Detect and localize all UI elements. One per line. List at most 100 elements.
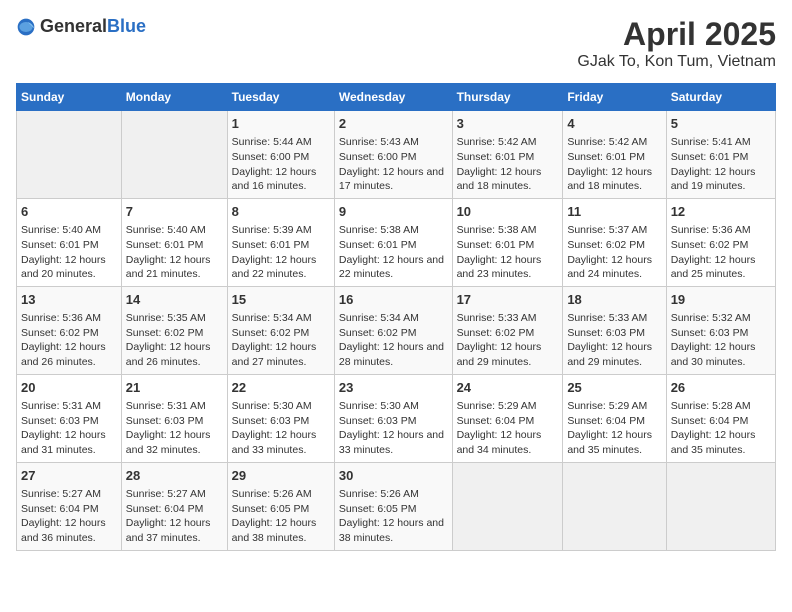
day-number: 24 — [457, 379, 559, 397]
sunrise-text: Sunrise: 5:42 AM — [567, 135, 661, 150]
sunset-text: Sunset: 6:03 PM — [21, 414, 117, 429]
header-wednesday: Wednesday — [334, 84, 452, 111]
day-number: 17 — [457, 291, 559, 309]
header-monday: Monday — [121, 84, 227, 111]
day-number: 26 — [671, 379, 771, 397]
table-row: 11Sunrise: 5:37 AMSunset: 6:02 PMDayligh… — [563, 198, 666, 286]
sunset-text: Sunset: 6:03 PM — [567, 326, 661, 341]
calendar-week-5: 27Sunrise: 5:27 AMSunset: 6:04 PMDayligh… — [17, 462, 776, 550]
sunset-text: Sunset: 6:02 PM — [21, 326, 117, 341]
sunrise-text: Sunrise: 5:26 AM — [232, 487, 330, 502]
table-row: 27Sunrise: 5:27 AMSunset: 6:04 PMDayligh… — [17, 462, 122, 550]
daylight-text: Daylight: 12 hours and 16 minutes. — [232, 165, 330, 194]
table-row: 2Sunrise: 5:43 AMSunset: 6:00 PMDaylight… — [334, 111, 452, 199]
table-row: 10 Sunrise: 5:38 AMSunset: 6:01 PMDayligh… — [452, 198, 563, 286]
day-number: 23 — [339, 379, 448, 397]
day-number: 28 — [126, 467, 223, 485]
sunrise-text: Sunrise: 5:32 AM — [671, 311, 771, 326]
calendar-week-4: 20Sunrise: 5:31 AMSunset: 6:03 PMDayligh… — [17, 374, 776, 462]
table-row: 14Sunrise: 5:35 AMSunset: 6:02 PMDayligh… — [121, 286, 227, 374]
daylight-text: Daylight: 12 hours and 18 minutes. — [567, 165, 661, 194]
day-number: 20 — [21, 379, 117, 397]
table-row: 1Sunrise: 5:44 AMSunset: 6:00 PMDaylight… — [227, 111, 334, 199]
sunrise-text: Sunrise: 5:40 AM — [126, 223, 223, 238]
logo: GeneralBlue — [16, 16, 146, 37]
table-row: 20 Sunrise: 5:31 AMSunset: 6:03 PMDayligh… — [17, 374, 122, 462]
sunset-text: Sunset: 6:03 PM — [232, 414, 330, 429]
sunrise-text: Sunrise: 5:29 AM — [457, 399, 559, 414]
table-row: 4Sunrise: 5:42 AMSunset: 6:01 PMDaylight… — [563, 111, 666, 199]
daylight-text: Daylight: 12 hours and 29 minutes. — [457, 340, 559, 369]
daylight-text: Daylight: 12 hours and 38 minutes. — [339, 516, 448, 545]
sunrise-text: Sunrise: 5:27 AM — [21, 487, 117, 502]
sunset-text: Sunset: 6:04 PM — [126, 502, 223, 517]
sunset-text: Sunset: 6:04 PM — [21, 502, 117, 517]
sunrise-text: Sunrise: 5:30 AM — [232, 399, 330, 414]
calendar-week-3: 13Sunrise: 5:36 AMSunset: 6:02 PMDayligh… — [17, 286, 776, 374]
day-number: 21 — [126, 379, 223, 397]
calendar-header-row: Sunday Monday Tuesday Wednesday Thursday… — [17, 84, 776, 111]
day-number: 10 — [457, 203, 559, 221]
logo-blue: Blue — [107, 16, 146, 36]
table-row: 16Sunrise: 5:34 AMSunset: 6:02 PMDayligh… — [334, 286, 452, 374]
table-row: 17Sunrise: 5:33 AMSunset: 6:02 PMDayligh… — [452, 286, 563, 374]
table-row: 30Sunrise: 5:26 AMSunset: 6:05 PMDayligh… — [334, 462, 452, 550]
day-number: 1 — [232, 115, 330, 133]
day-number: 16 — [339, 291, 448, 309]
daylight-text: Daylight: 12 hours and 26 minutes. — [126, 340, 223, 369]
table-row — [121, 111, 227, 199]
day-number: 29 — [232, 467, 330, 485]
table-row: 26Sunrise: 5:28 AMSunset: 6:04 PMDayligh… — [666, 374, 775, 462]
daylight-text: Daylight: 12 hours and 22 minutes. — [339, 253, 448, 282]
daylight-text: Daylight: 12 hours and 21 minutes. — [126, 253, 223, 282]
day-number: 6 — [21, 203, 117, 221]
sunrise-text: Sunrise: 5:34 AM — [339, 311, 448, 326]
table-row: 22Sunrise: 5:30 AMSunset: 6:03 PMDayligh… — [227, 374, 334, 462]
sunset-text: Sunset: 6:01 PM — [457, 238, 559, 253]
daylight-text: Daylight: 12 hours and 22 minutes. — [232, 253, 330, 282]
header-friday: Friday — [563, 84, 666, 111]
sunset-text: Sunset: 6:03 PM — [671, 326, 771, 341]
table-row: 12Sunrise: 5:36 AMSunset: 6:02 PMDayligh… — [666, 198, 775, 286]
sunrise-text: Sunrise: 5:26 AM — [339, 487, 448, 502]
table-row — [452, 462, 563, 550]
daylight-text: Daylight: 12 hours and 17 minutes. — [339, 165, 448, 194]
daylight-text: Daylight: 12 hours and 37 minutes. — [126, 516, 223, 545]
sunset-text: Sunset: 6:03 PM — [339, 414, 448, 429]
sunrise-text: Sunrise: 5:33 AM — [567, 311, 661, 326]
sunrise-text: Sunrise: 5:38 AM — [339, 223, 448, 238]
sunrise-text: Sunrise: 5:37 AM — [567, 223, 661, 238]
daylight-text: Daylight: 12 hours and 31 minutes. — [21, 428, 117, 457]
sunrise-text: Sunrise: 5:33 AM — [457, 311, 559, 326]
sunrise-text: Sunrise: 5:38 AM — [457, 223, 559, 238]
header-sunday: Sunday — [17, 84, 122, 111]
day-number: 30 — [339, 467, 448, 485]
table-row: 21 Sunrise: 5:31 AMSunset: 6:03 PMDayligh… — [121, 374, 227, 462]
sunset-text: Sunset: 6:03 PM — [126, 414, 223, 429]
sunrise-text: Sunrise: 5:31 AM — [21, 399, 117, 414]
sunset-text: Sunset: 6:00 PM — [232, 150, 330, 165]
logo-general: General — [40, 16, 107, 36]
sunset-text: Sunset: 6:02 PM — [232, 326, 330, 341]
day-number: 5 — [671, 115, 771, 133]
daylight-text: Daylight: 12 hours and 33 minutes. — [339, 428, 448, 457]
sunrise-text: Sunrise: 5:36 AM — [671, 223, 771, 238]
header-thursday: Thursday — [452, 84, 563, 111]
daylight-text: Daylight: 12 hours and 23 minutes. — [457, 253, 559, 282]
sunrise-text: Sunrise: 5:29 AM — [567, 399, 661, 414]
day-number: 19 — [671, 291, 771, 309]
table-row: 7Sunrise: 5:40 AMSunset: 6:01 PMDaylight… — [121, 198, 227, 286]
sunset-text: Sunset: 6:01 PM — [567, 150, 661, 165]
daylight-text: Daylight: 12 hours and 30 minutes. — [671, 340, 771, 369]
day-number: 2 — [339, 115, 448, 133]
header-tuesday: Tuesday — [227, 84, 334, 111]
daylight-text: Daylight: 12 hours and 32 minutes. — [126, 428, 223, 457]
table-row: 24Sunrise: 5:29 AMSunset: 6:04 PMDayligh… — [452, 374, 563, 462]
sunset-text: Sunset: 6:01 PM — [457, 150, 559, 165]
daylight-text: Daylight: 12 hours and 34 minutes. — [457, 428, 559, 457]
sunset-text: Sunset: 6:04 PM — [567, 414, 661, 429]
daylight-text: Daylight: 12 hours and 24 minutes. — [567, 253, 661, 282]
day-number: 13 — [21, 291, 117, 309]
sunrise-text: Sunrise: 5:31 AM — [126, 399, 223, 414]
day-number: 18 — [567, 291, 661, 309]
